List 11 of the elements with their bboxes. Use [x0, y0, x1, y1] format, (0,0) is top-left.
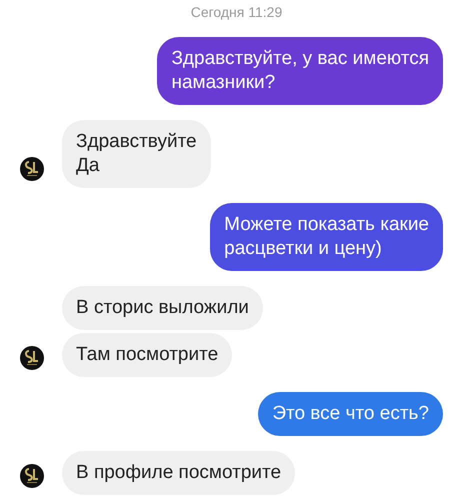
message-bubble: Можете показать какие расцветки и цену)	[210, 203, 443, 271]
timestamp: Сегодня 11:29	[190, 3, 282, 22]
message-bubble: В профиле посмотрите	[62, 451, 296, 495]
avatar-icon[interactable]	[20, 157, 44, 181]
avatar-icon[interactable]	[20, 464, 44, 488]
message-bubble: Здравствуйте Да	[62, 120, 211, 188]
message-bubble: В сторис выложили	[62, 286, 263, 330]
message-bubble: Здравствуйте, у вас имеются намазники?	[157, 37, 443, 105]
avatar-icon[interactable]	[20, 346, 44, 370]
message-bubble: Это все что есть?	[258, 392, 443, 436]
message-bubble: Там посмотрите	[62, 333, 232, 377]
